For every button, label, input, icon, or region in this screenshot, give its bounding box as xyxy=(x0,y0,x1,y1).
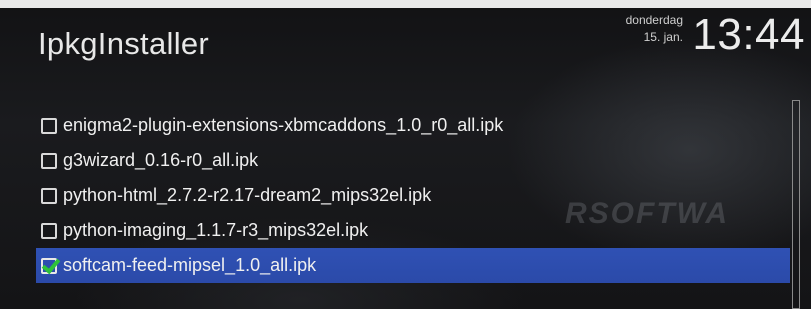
day-label: donderdag xyxy=(625,13,683,27)
package-label: enigma2-plugin-extensions-xbmcaddons_1.0… xyxy=(63,115,504,135)
checkbox-icon[interactable] xyxy=(41,152,57,169)
checkbox-icon[interactable] xyxy=(41,257,57,274)
package-list: enigma2-plugin-extensions-xbmcaddons_1.0… xyxy=(36,108,790,283)
top-strip xyxy=(0,0,811,8)
list-item[interactable]: softcam-feed-mipsel_1.0_all.ipk xyxy=(36,248,790,283)
scrollbar[interactable] xyxy=(792,100,800,309)
checkbox-icon[interactable] xyxy=(41,222,57,239)
list-item[interactable]: g3wizard_0.16-r0_all.ipk xyxy=(36,143,790,178)
ipkg-installer-screen: IpkgInstaller donderdag 15. jan. 13:44 R… xyxy=(0,0,811,309)
checkbox-icon[interactable] xyxy=(41,187,57,204)
package-label: softcam-feed-mipsel_1.0_all.ipk xyxy=(63,255,317,275)
clock: 13:44 xyxy=(692,10,805,59)
package-label: g3wizard_0.16-r0_all.ipk xyxy=(63,150,259,170)
date-label: 15. jan. xyxy=(643,30,683,44)
checkbox-icon[interactable] xyxy=(41,117,57,134)
list-item[interactable]: python-imaging_1.1.7-r3_mips32el.ipk xyxy=(36,213,790,248)
list-item[interactable]: python-html_2.7.2-r2.17-dream2_mips32el.… xyxy=(36,178,790,213)
date-display: donderdag 15. jan. xyxy=(626,12,683,46)
package-label: python-html_2.7.2-r2.17-dream2_mips32el.… xyxy=(63,185,432,205)
list-item[interactable]: enigma2-plugin-extensions-xbmcaddons_1.0… xyxy=(36,108,790,143)
page-title: IpkgInstaller xyxy=(38,26,210,61)
package-label: python-imaging_1.1.7-r3_mips32el.ipk xyxy=(63,220,369,240)
